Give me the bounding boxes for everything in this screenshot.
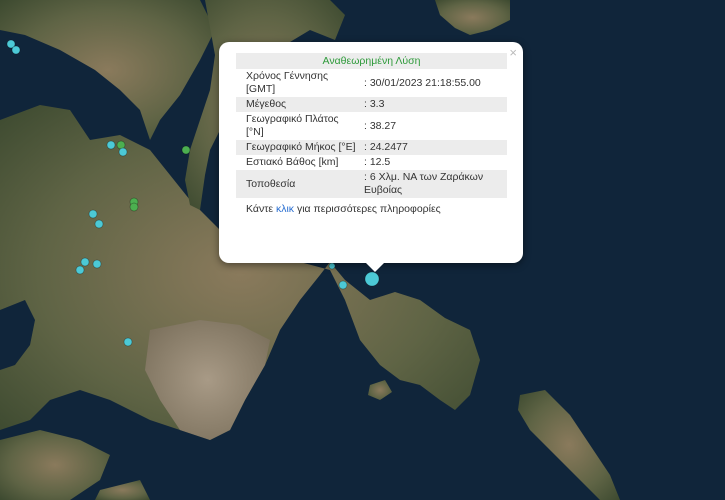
earthquake-marker[interactable]: [88, 209, 98, 219]
row-label: Χρόνος Γέννησης [GMT]: [236, 69, 360, 97]
row-value: : 24.2477: [360, 140, 507, 155]
table-row: Γεωγραφικό Μήκος [°E] : 24.2477: [236, 140, 507, 155]
earthquake-marker[interactable]: [123, 337, 133, 347]
info-table: Χρόνος Γέννησης [GMT] : 30/01/2023 21:18…: [236, 69, 507, 198]
row-label: Εστιακό Βάθος [km]: [236, 155, 360, 170]
earthquake-marker[interactable]: [118, 147, 128, 157]
close-icon[interactable]: ×: [509, 45, 517, 61]
popup-title: Αναθεωρημένη Λύση: [236, 53, 507, 69]
row-label: Γεωγραφικό Μήκος [°E]: [236, 140, 360, 155]
earthquake-marker[interactable]: [338, 280, 348, 290]
row-value: : 30/01/2023 21:18:55.00: [360, 69, 507, 97]
more-info-link[interactable]: κλικ: [276, 203, 294, 215]
earthquake-marker[interactable]: [75, 265, 85, 275]
table-row: Εστιακό Βάθος [km] : 12.5: [236, 155, 507, 170]
more-info-line: Κάντε κλικ για περισσότερες πληροφορίες: [236, 198, 507, 215]
earthquake-marker[interactable]: [92, 259, 102, 269]
earthquake-marker[interactable]: [106, 140, 116, 150]
earthquake-marker[interactable]: [328, 262, 336, 270]
earthquake-info-popup: × Αναθεωρημένη Λύση Χρόνος Γέννησης [GMT…: [219, 42, 523, 272]
earthquake-marker[interactable]: [364, 271, 380, 287]
row-label: Μέγεθος: [236, 97, 360, 112]
row-value: : 3.3: [360, 97, 507, 112]
row-value: : 38.27: [360, 112, 507, 140]
earthquake-marker[interactable]: [80, 257, 90, 267]
table-row: Μέγεθος : 3.3: [236, 97, 507, 112]
table-row: Γεωγραφικό Πλάτος [°N] : 38.27: [236, 112, 507, 140]
more-suffix: για περισσότερες πληροφορίες: [294, 203, 441, 215]
row-label: Γεωγραφικό Πλάτος [°N]: [236, 112, 360, 140]
table-row: Χρόνος Γέννησης [GMT] : 30/01/2023 21:18…: [236, 69, 507, 97]
popup-tip: [365, 262, 385, 272]
earthquake-marker[interactable]: [94, 219, 104, 229]
row-value: : 12.5: [360, 155, 507, 170]
earthquake-marker[interactable]: [129, 202, 139, 212]
earthquake-marker[interactable]: [11, 45, 21, 55]
row-value: : 6 Χλμ. ΝΑ των Ζαράκων Ευβοίας: [360, 170, 507, 198]
table-row: Τοποθεσία : 6 Χλμ. ΝΑ των Ζαράκων Ευβοία…: [236, 170, 507, 198]
more-prefix: Κάντε: [246, 203, 276, 215]
earthquake-marker[interactable]: [181, 145, 191, 155]
row-label: Τοποθεσία: [236, 170, 360, 198]
